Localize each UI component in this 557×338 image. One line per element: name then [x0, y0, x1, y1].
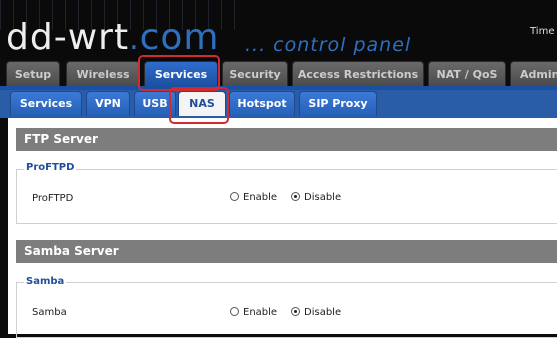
samba-legend: Samba [24, 276, 67, 287]
proftpd-disable-option: Disable [291, 192, 341, 203]
header: dd-wrt.com ... control panel Time [0, 0, 557, 60]
nas-tab-highlight [169, 87, 229, 124]
subtab-sip-proxy[interactable]: SIP Proxy [299, 91, 377, 116]
proftpd-fieldset [16, 169, 557, 224]
samba-enable-label: Enable [243, 307, 278, 318]
samba-enable-radio[interactable] [230, 307, 239, 316]
control-panel-subtitle: ... control panel [245, 34, 412, 56]
ftp-server-header: FTP Server [16, 128, 557, 151]
logo-main-text: dd-wrt [6, 17, 130, 58]
subtab-hotspot[interactable]: Hotspot [229, 91, 295, 116]
tab-setup[interactable]: Setup [6, 61, 60, 87]
time-label: Time [530, 26, 555, 37]
proftpd-legend: ProFTPD [24, 162, 77, 173]
sub-tab-bar: Services VPN USB NAS Hotspot SIP Proxy [0, 90, 557, 118]
logo-dot: . [129, 22, 140, 57]
proftpd-disable-radio[interactable] [291, 192, 300, 201]
subtab-services[interactable]: Services [10, 91, 82, 116]
ddwrt-logo: dd-wrt.com [6, 18, 220, 58]
proftpd-disable-label: Disable [304, 192, 342, 203]
logo-com-text: com [139, 17, 220, 58]
samba-row-label: Samba [32, 307, 67, 318]
tab-administration[interactable]: Admini [510, 61, 557, 86]
samba-disable-label: Disable [304, 307, 342, 318]
tab-security[interactable]: Security [222, 61, 288, 87]
tab-nat-qos[interactable]: NAT / QoS [428, 61, 506, 87]
samba-server-header: Samba Server [16, 240, 557, 263]
services-tab-highlight [138, 55, 220, 91]
tab-access-restrictions[interactable]: Access Restrictions [292, 61, 424, 87]
tab-wireless[interactable]: Wireless [66, 61, 140, 87]
samba-disable-option: Disable [291, 307, 341, 318]
samba-fieldset [16, 282, 557, 338]
samba-disable-radio[interactable] [291, 307, 300, 316]
proftpd-enable-option: Enable [230, 192, 277, 203]
samba-enable-option: Enable [230, 307, 277, 318]
content-panel: FTP Server ProFTPD ProFTPD Enable Disabl… [8, 118, 557, 338]
proftpd-row-label: ProFTPD [32, 193, 74, 204]
subtab-vpn[interactable]: VPN [86, 91, 130, 116]
proftpd-enable-radio[interactable] [230, 192, 239, 201]
proftpd-enable-label: Enable [243, 192, 278, 203]
